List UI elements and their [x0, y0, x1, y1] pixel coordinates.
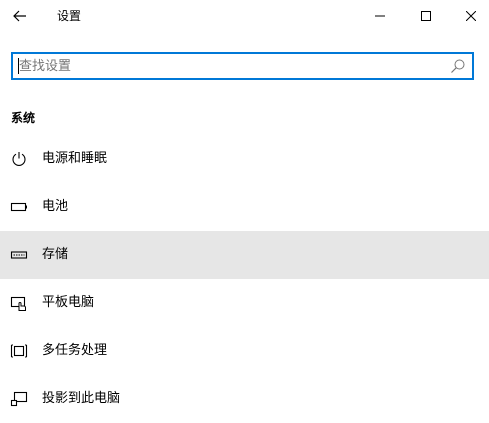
nav-item-storage[interactable]: 存储 [0, 231, 489, 279]
search-box[interactable] [11, 52, 474, 80]
nav-item-label: 电池 [42, 199, 69, 214]
maximize-button[interactable] [403, 0, 449, 32]
close-icon [466, 11, 476, 21]
minimize-button[interactable] [357, 0, 403, 32]
power-icon [10, 150, 28, 168]
minimize-icon [375, 15, 385, 17]
maximize-icon [421, 11, 431, 21]
search-input[interactable] [13, 54, 439, 78]
back-button[interactable] [0, 0, 40, 32]
section-heading: 系统 [11, 111, 36, 125]
text-caret [18, 58, 19, 74]
nav-item-label: 平板电脑 [42, 295, 95, 310]
nav-list: 电源和睡眠 电池 存储 平板电脑 多任务处理 投影到此电脑 [0, 135, 489, 423]
nav-item-label: 多任务处理 [42, 343, 108, 358]
window-title: 设置 [57, 9, 82, 23]
search-icon[interactable] [450, 58, 466, 74]
battery-icon [10, 198, 28, 216]
nav-item-multitasking[interactable]: 多任务处理 [0, 327, 489, 375]
nav-item-label: 投影到此电脑 [42, 391, 121, 406]
storage-icon [10, 246, 28, 264]
multitasking-icon [10, 342, 28, 360]
tablet-mode-icon [10, 294, 28, 312]
back-arrow-icon [13, 10, 26, 22]
close-button[interactable] [448, 0, 489, 32]
nav-item-power-sleep[interactable]: 电源和睡眠 [0, 135, 489, 183]
nav-item-battery[interactable]: 电池 [0, 183, 489, 231]
projecting-icon [10, 390, 28, 408]
nav-item-label: 电源和睡眠 [42, 151, 108, 166]
nav-item-label: 存储 [42, 247, 69, 262]
nav-item-tablet-mode[interactable]: 平板电脑 [0, 279, 489, 327]
title-bar: 设置 [0, 0, 489, 32]
